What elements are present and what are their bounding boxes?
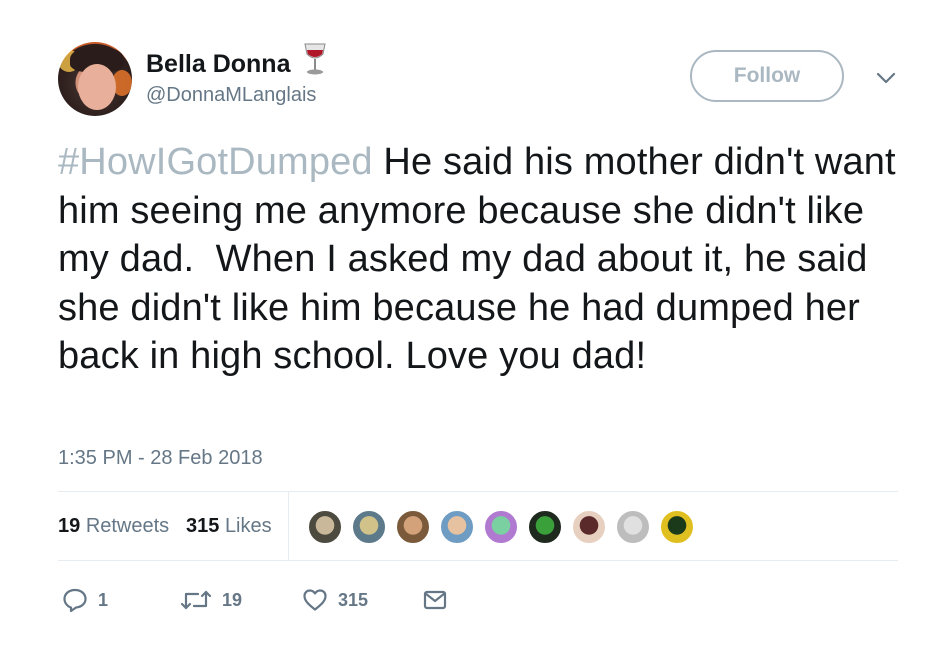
liker-avatar-4[interactable]: [440, 510, 474, 544]
retweets-label: Retweets: [85, 515, 170, 537]
heart-icon: [303, 589, 327, 611]
liker-avatar-7[interactable]: [572, 510, 606, 544]
tweet-text: #HowIGotDumped He said his mother didn't…: [58, 138, 898, 381]
reply-button[interactable]: 1: [62, 584, 108, 616]
tweet-timestamp[interactable]: 1:35 PM - 28 Feb 2018: [58, 447, 263, 470]
wine-glass-icon: [302, 42, 328, 80]
retweets-count: 19: [58, 515, 81, 537]
tweet-card: Bella Donna @DonnaMLanglais Follow #HowI…: [58, 40, 898, 640]
liker-avatar-5[interactable]: [484, 510, 518, 544]
like-button[interactable]: 315: [302, 584, 368, 616]
user-handle[interactable]: @DonnaMLanglais: [146, 82, 328, 108]
user-info[interactable]: Bella Donna @DonnaMLanglais: [146, 43, 328, 108]
retweet-button[interactable]: 19: [180, 584, 242, 616]
display-name[interactable]: Bella Donna: [146, 48, 290, 80]
liker-avatar-6[interactable]: [528, 510, 562, 544]
likes-stat[interactable]: 315 Likes: [186, 515, 272, 538]
follow-button[interactable]: Follow: [690, 50, 844, 102]
likes-label: Likes: [224, 515, 272, 537]
liker-avatar-3[interactable]: [396, 510, 430, 544]
reply-count: 1: [98, 589, 109, 610]
liker-avatar-2[interactable]: [352, 510, 386, 544]
envelope-icon: [423, 590, 447, 610]
tweet-stats: 19 Retweets 315 Likes: [58, 492, 898, 561]
liker-avatar-8[interactable]: [616, 510, 650, 544]
retweet-count: 19: [222, 589, 243, 610]
hashtag-link[interactable]: #HowIGotDumped: [58, 141, 373, 183]
retweets-stat[interactable]: 19 Retweets: [58, 515, 169, 538]
reply-icon: [63, 588, 87, 613]
chevron-down-icon[interactable]: [876, 70, 896, 89]
liker-avatar-9[interactable]: [660, 510, 694, 544]
like-count: 315: [338, 589, 369, 610]
stats-divider: [288, 492, 289, 561]
tweet-actions: 1 19 315: [58, 580, 898, 620]
retweet-icon: [180, 590, 212, 610]
direct-message-button[interactable]: [422, 584, 448, 616]
liker-avatar-1[interactable]: [308, 510, 342, 544]
avatar[interactable]: [58, 42, 132, 116]
divider: [58, 560, 898, 561]
likes-count: 315: [186, 515, 220, 537]
